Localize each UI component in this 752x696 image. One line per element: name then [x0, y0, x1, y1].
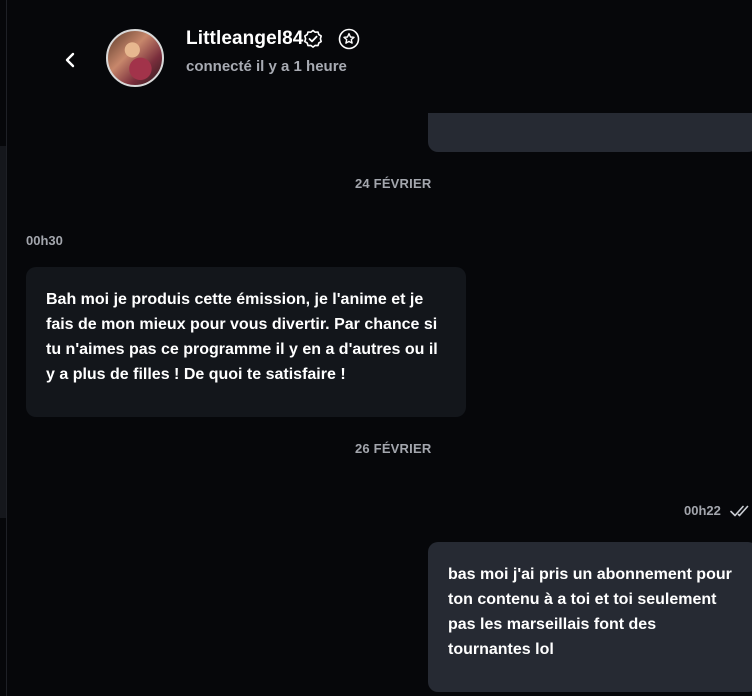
message-text: bas moi j'ai pris un abonnement pour ton…	[448, 566, 732, 658]
message-bubble-outgoing[interactable]: bas moi j'ai pris un abonnement pour ton…	[428, 542, 752, 692]
double-check-icon	[730, 505, 749, 517]
chevron-left-icon	[65, 52, 75, 68]
verified-badge-icon	[304, 29, 322, 48]
username[interactable]: Littleangel84	[186, 28, 303, 50]
back-button[interactable]	[56, 46, 84, 74]
message-time: 00h22	[684, 503, 721, 518]
date-separator: 24 FÉVRIER	[355, 176, 432, 191]
message-bubble-incoming[interactable]: Bah moi je produis cette émission, je l'…	[26, 267, 466, 417]
message-time: 00h30	[26, 233, 63, 248]
conversation-header: Littleangel84 connecté il y a 1 heure	[7, 0, 752, 113]
last-seen-status: connecté il y a 1 heure	[186, 58, 347, 75]
avatar[interactable]	[106, 29, 164, 87]
message-text: Bah moi je produis cette émission, je l'…	[46, 291, 438, 383]
date-separator: 26 FÉVRIER	[355, 441, 432, 456]
star-badge-icon[interactable]	[338, 28, 360, 50]
